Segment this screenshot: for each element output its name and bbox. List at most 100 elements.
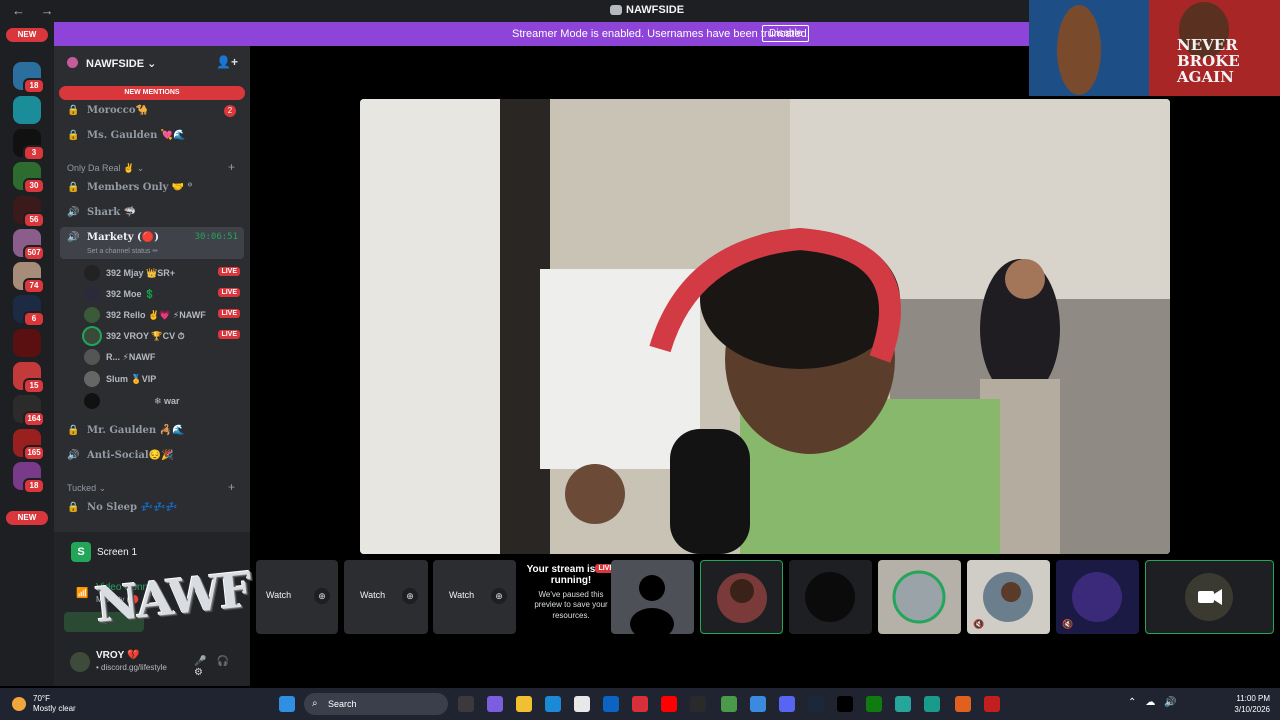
channel-shark[interactable]: 🔊 Shark 🦈 <box>60 202 244 224</box>
app-icon[interactable] <box>955 696 971 712</box>
participant-tile[interactable]: Watch ⊕ <box>344 560 428 634</box>
channel-ms-gaulden[interactable]: 🔒 Ms. Gaulden 💘🌊 <box>60 125 244 147</box>
server-icon[interactable]: 18 <box>13 62 45 94</box>
task-view-icon[interactable] <box>458 696 474 712</box>
watch-button[interactable]: Watch <box>360 590 385 600</box>
acrobat-icon[interactable] <box>632 696 648 712</box>
watch-button[interactable]: Watch <box>449 590 474 600</box>
user-controls[interactable]: 🎤🎧⚙ <box>194 656 250 678</box>
server-icon[interactable] <box>13 96 41 124</box>
app-icon[interactable] <box>924 696 940 712</box>
channel-name: Morocco🐪 <box>87 105 148 116</box>
app-icon[interactable] <box>895 696 911 712</box>
server-icon[interactable]: 56 <box>13 196 45 228</box>
streamer-mode-banner: Streamer Mode is enabled. Usernames have… <box>54 22 1030 46</box>
edge-icon[interactable] <box>545 696 561 712</box>
server-icon[interactable]: 164 <box>13 395 45 427</box>
server-icon[interactable]: 74 <box>13 262 45 294</box>
participant-tile[interactable] <box>789 560 872 634</box>
voice-user[interactable]: R... ⚡NAWF <box>84 348 244 366</box>
live-badge: LIVE <box>218 288 240 297</box>
participant-tile[interactable]: 🔇 <box>1056 560 1139 634</box>
category-tucked[interactable]: Tucked ⌄ <box>67 483 106 494</box>
channel-markety[interactable]: 🔊 Markety (🔴) 30:06:51 Set a channel sta… <box>60 227 244 259</box>
watch-button[interactable]: Watch <box>266 590 291 600</box>
server-icon[interactable]: 15 <box>13 362 45 394</box>
copilot-icon[interactable] <box>487 696 503 712</box>
speaker-icon: 🔊 <box>67 450 80 461</box>
voice-user[interactable]: 392 Moe 💲 LIVE <box>84 285 244 303</box>
search-box[interactable]: ⌕ Search <box>304 693 448 715</box>
steam-icon[interactable] <box>808 696 824 712</box>
participant-tile[interactable] <box>700 560 783 634</box>
participant-tile[interactable]: Watch ⊕ <box>433 560 516 634</box>
picture-in-picture-stream[interactable]: NEVER BROKE AGAIN <box>1029 0 1280 96</box>
zoom-icon[interactable]: ⊕ <box>402 588 418 604</box>
channel-mr-gaulden[interactable]: 🔒 Mr. Gaulden 🦂🌊 <box>60 420 244 442</box>
server-icon[interactable]: 18 <box>13 462 45 494</box>
outlook-icon[interactable] <box>603 696 619 712</box>
server-icon[interactable]: 30 <box>13 162 45 194</box>
disable-streamer-mode-button[interactable]: Disable <box>762 25 810 42</box>
server-icon[interactable]: 165 <box>13 429 45 461</box>
signal-icon: 📶 <box>76 588 89 599</box>
start-menu-icon[interactable] <box>279 696 295 712</box>
weather-widget[interactable]: 70°F Mostly clear <box>12 694 76 715</box>
clock[interactable]: 11:00 PM 3/10/2026 <box>1226 693 1270 715</box>
speaker-icon: 🔊 <box>67 207 80 218</box>
app-icon[interactable] <box>837 696 853 712</box>
guild-name: NAWFSIDE ⌄ <box>86 58 157 70</box>
store-icon[interactable] <box>574 696 590 712</box>
participant-tile[interactable]: Watch ⊕ <box>256 560 338 634</box>
participant-tile[interactable] <box>611 560 694 640</box>
stream-video-frame <box>360 99 1170 554</box>
guild-header[interactable]: NAWFSIDE ⌄ 👤+ <box>54 46 250 80</box>
new-mentions-pill[interactable]: NEW MENTIONS <box>59 86 245 100</box>
xbox-icon[interactable] <box>866 696 882 712</box>
avatar[interactable] <box>70 652 90 672</box>
avatar <box>892 570 946 624</box>
channel-status[interactable]: Set a channel status ✏ <box>87 247 158 255</box>
add-channel-icon[interactable]: + <box>228 160 235 174</box>
channel-morocco[interactable]: 🔒 Morocco🐪 2 <box>60 100 244 122</box>
youtube-icon[interactable] <box>661 696 677 712</box>
voice-user[interactable]: Slum 🏅VIP <box>84 370 244 388</box>
chrome-icon[interactable] <box>721 696 737 712</box>
voice-user[interactable]: 392 Rello ✌️💗 ⚡NAWF LIVE <box>84 306 244 324</box>
nav-arrows[interactable]: ← → <box>12 3 60 18</box>
participant-tile[interactable] <box>1145 560 1274 634</box>
voice-user[interactable]: 392 VROY 🏆CV ⏱ LIVE <box>84 327 244 345</box>
voice-user[interactable]: ❄ war <box>84 392 244 410</box>
zoom-icon[interactable]: ⊕ <box>491 588 507 604</box>
speaker-icon: 🔊 <box>67 232 80 243</box>
invite-people-icon[interactable]: 👤+ <box>216 55 238 69</box>
discord-icon[interactable] <box>779 696 795 712</box>
participant-tile[interactable] <box>878 560 961 634</box>
new-unreads-pill-top[interactable]: NEW <box>6 28 48 42</box>
avatar <box>84 328 100 344</box>
file-explorer-icon[interactable] <box>516 696 532 712</box>
category-only-da-real[interactable]: Only Da Real ✌️ ⌄ <box>67 163 144 174</box>
search-icon: ⌕ <box>312 698 318 709</box>
new-unreads-pill-bottom[interactable]: NEW <box>6 511 48 525</box>
server-icon[interactable] <box>13 329 41 357</box>
system-tray[interactable]: ⌃☁🔊 <box>1128 697 1186 708</box>
server-icon[interactable]: 3 <box>13 129 45 161</box>
channel-no-sleep[interactable]: 🔒 No Sleep 💤💤💤 <box>60 497 244 519</box>
channel-anti-social[interactable]: 🔊 Anti-Social😔🎉 <box>60 445 244 467</box>
app-icon[interactable] <box>690 696 706 712</box>
server-icon[interactable]: 6 <box>13 295 45 327</box>
server-icon[interactable]: 507 <box>13 229 45 261</box>
app-icon[interactable] <box>984 696 1000 712</box>
channel-name: Shark 🦈 <box>87 207 137 218</box>
participant-tile[interactable]: 🔇 <box>967 560 1050 634</box>
voice-user[interactable]: 392 Mjay 👑SR+ LIVE <box>84 264 244 282</box>
avatar <box>84 349 100 365</box>
weather-icon <box>12 697 26 711</box>
photos-icon[interactable] <box>750 696 766 712</box>
channel-name: Ms. Gaulden 💘🌊 <box>87 130 186 141</box>
add-channel-icon[interactable]: + <box>228 480 235 494</box>
zoom-icon[interactable]: ⊕ <box>314 588 330 604</box>
main-video-stream[interactable] <box>360 99 1170 554</box>
channel-members-only[interactable]: 🔒 Members Only 🤝 ⁰ <box>60 177 244 199</box>
